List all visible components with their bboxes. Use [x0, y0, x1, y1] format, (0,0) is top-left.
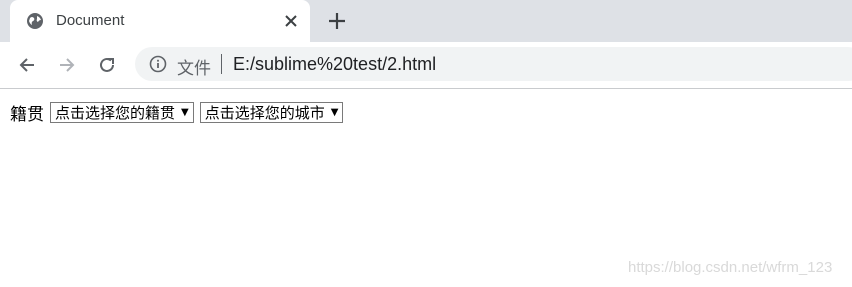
security-label: 文件 [177, 59, 211, 79]
province-select-value: 点击选择您的籍贯 [55, 104, 176, 122]
url-text[interactable]: E:/sublime%20test/2.html [233, 54, 436, 75]
origin-label: 籍贯 [10, 105, 44, 125]
close-icon[interactable] [281, 11, 301, 31]
city-select-value: 点击选择您的城市 [204, 104, 325, 122]
tab-document[interactable]: Document [10, 0, 310, 42]
reload-button[interactable] [95, 53, 119, 77]
back-button[interactable] [15, 53, 39, 77]
omnibox-divider [221, 54, 222, 74]
dropdown-arrow-icon: ▼ [330, 107, 339, 118]
tab-title: Document [56, 12, 125, 29]
watermark: https://blog.csdn.net/wfrm_123 [628, 259, 833, 276]
city-select[interactable]: 点击选择您的城市 ▼ [199, 102, 344, 123]
forward-button[interactable] [55, 53, 79, 77]
info-icon[interactable] [149, 55, 167, 73]
address-bar[interactable]: 文件 E:/sublime%20test/2.html [135, 47, 852, 81]
province-select[interactable]: 点击选择您的籍贯 ▼ [50, 102, 194, 123]
arrow-left-icon [19, 58, 34, 72]
page-content: 籍贯 点击选择您的籍贯 ▼ 点击选择您的城市 ▼ [10, 100, 349, 125]
reload-icon [100, 57, 114, 72]
arrow-right-icon [60, 58, 75, 72]
new-tab-button[interactable] [326, 10, 348, 32]
globe-icon [26, 12, 44, 30]
tab-strip: Document [0, 0, 852, 42]
dropdown-arrow-icon: ▼ [181, 107, 189, 118]
browser-toolbar: 文件 E:/sublime%20test/2.html [0, 42, 852, 89]
